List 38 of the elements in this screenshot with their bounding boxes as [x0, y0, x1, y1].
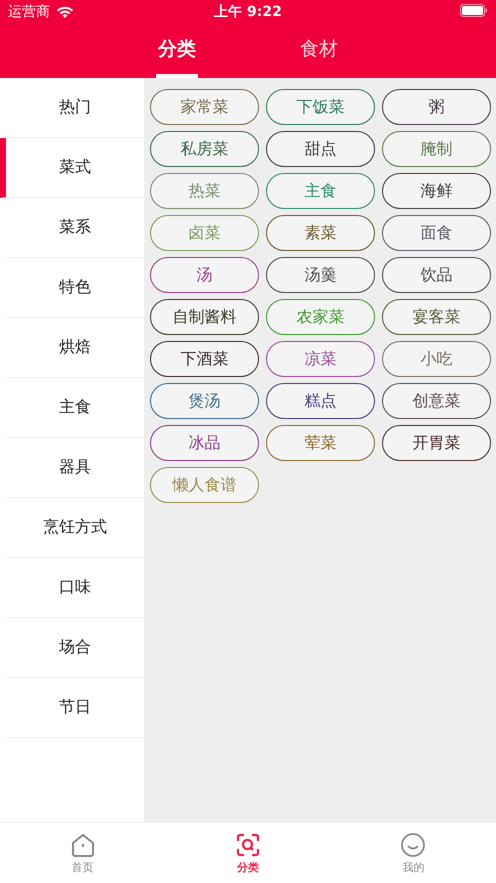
wifi-icon — [56, 6, 74, 18]
category-tag[interactable]: 汤羹 — [266, 257, 375, 293]
search-icon — [234, 832, 261, 858]
status-time: 上午 9:22 — [214, 3, 282, 21]
category-tag[interactable]: 宴客菜 — [382, 299, 491, 335]
category-tag[interactable]: 素菜 — [266, 215, 375, 251]
tab-bar-item[interactable]: 分类 — [165, 823, 331, 883]
category-tag[interactable]: 汤 — [150, 257, 259, 293]
category-tag[interactable]: 面食 — [382, 215, 491, 251]
category-tag[interactable]: 小吃 — [382, 341, 491, 377]
category-tag[interactable]: 粥 — [382, 89, 491, 125]
category-tag[interactable]: 下酒菜 — [150, 341, 259, 377]
category-tag[interactable]: 冰品 — [150, 425, 259, 461]
category-tag[interactable]: 饮品 — [382, 257, 491, 293]
smiley-icon — [400, 832, 426, 858]
category-tag[interactable]: 开胃菜 — [382, 425, 491, 461]
tab-bar-item[interactable]: 我的 — [330, 823, 496, 883]
tab[interactable]: 食材 — [298, 24, 340, 78]
category-tag[interactable]: 热菜 — [150, 173, 259, 209]
category-tag[interactable]: 主食 — [266, 173, 375, 209]
category-tag[interactable]: 凉菜 — [266, 341, 375, 377]
sidebar-item[interactable]: 菜式 — [0, 138, 144, 198]
category-tag[interactable]: 甜点 — [266, 131, 375, 167]
category-tag[interactable]: 煲汤 — [150, 383, 259, 419]
carrier-name: 运营商 — [8, 3, 50, 21]
category-tag[interactable]: 糕点 — [266, 383, 375, 419]
home-icon — [70, 832, 96, 858]
category-tag[interactable]: 自制酱料 — [150, 299, 259, 335]
category-tag[interactable]: 家常菜 — [150, 89, 259, 125]
category-tag[interactable]: 腌制 — [382, 131, 491, 167]
category-tag[interactable]: 私房菜 — [150, 131, 259, 167]
category-tag[interactable]: 创意菜 — [382, 383, 491, 419]
category-tag[interactable]: 荤菜 — [266, 425, 375, 461]
battery-icon — [460, 4, 488, 16]
category-tag[interactable]: 海鲜 — [382, 173, 491, 209]
category-tag[interactable]: 农家菜 — [266, 299, 375, 335]
category-tag[interactable]: 下饭菜 — [266, 89, 375, 125]
tab-bar-item[interactable]: 首页 — [0, 823, 166, 883]
